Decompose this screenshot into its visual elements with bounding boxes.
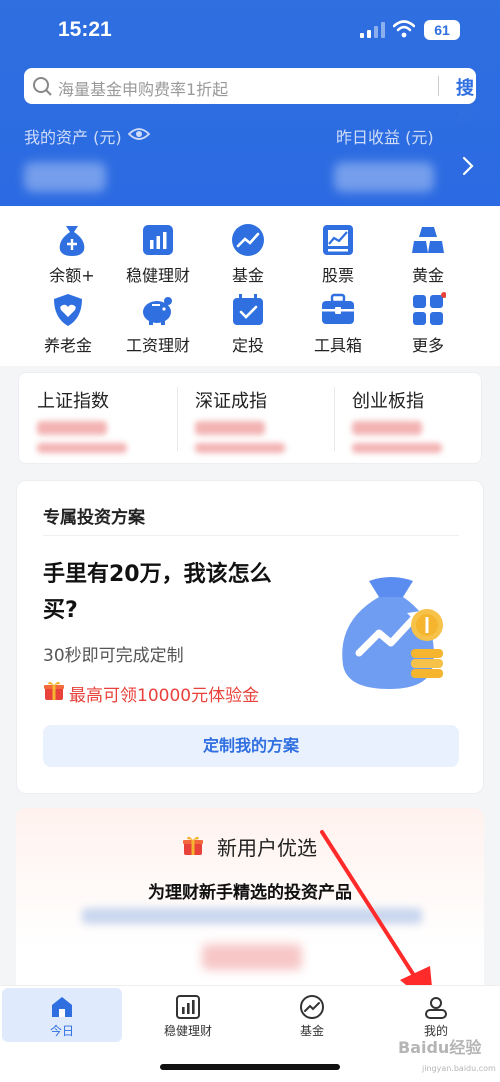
customize-plan-button[interactable]: 定制我的方案 [43,725,459,767]
index-item-shenzhen[interactable]: 深证成指 [177,383,327,455]
plan-headline: 手里有20万，我该怎么买? [43,562,272,623]
user-icon [425,997,447,1019]
menu-label: 余额+ [49,266,95,285]
search-button[interactable]: 搜索 [440,74,474,126]
index-value-hidden [195,421,265,435]
menu-label: 股票 [321,266,354,285]
index-change-hidden [352,443,442,453]
bar-chart-icon [143,225,173,255]
money-bag-icon [59,226,85,256]
money-bag-illustration-icon [342,577,443,689]
menu-label: 基金 [231,266,264,285]
watermark-url: jingyan.baidu.com [422,1064,496,1073]
new-user-section: 新用户优选 为理财新手精选的投资产品 [16,808,484,1008]
index-item-shanghai[interactable]: 上证指数 [19,383,169,455]
menu-item-auto-invest[interactable]: 定投 [206,292,290,356]
tab-today[interactable]: 今日 [2,988,122,1042]
wifi-icon [393,20,415,38]
plan-title: 专属投资方案 [43,508,145,528]
menu-item-toolbox[interactable]: 工具箱 [296,292,380,356]
yesterday-value-hidden [334,162,434,192]
menu-label: 工资理财 [125,336,190,355]
plan-subtitle: 30秒即可完成定制 [43,646,184,666]
piggy-bank-icon [143,297,172,325]
index-item-chinext[interactable]: 创业板指 [334,383,484,455]
menu-label: 定投 [231,336,264,355]
menu-label: 工具箱 [313,336,362,355]
product-info-hidden [82,908,422,924]
yesterday-earnings-label: 昨日收益 (元) [336,128,434,147]
menu-item-balance[interactable]: 余额+ [30,222,114,286]
signal-icon [360,22,385,38]
menu-label: 养老金 [43,336,92,355]
my-assets-label: 我的资产 (元) [24,128,122,147]
eye-icon[interactable] [128,126,150,142]
index-name: 创业板指 [352,391,424,412]
tab-label: 今日 [49,1024,74,1038]
menu-label: 黄金 [411,266,444,285]
index-name: 深证成指 [195,391,267,412]
menu-label: 更多 [411,336,444,355]
menu-label: 稳健理财 [125,266,190,285]
index-change-hidden [195,443,285,453]
new-user-subtitle: 为理财新手精选的投资产品 [148,883,352,903]
plan-divider [43,535,459,536]
stock-icon [323,225,353,255]
battery-icon: 61 [424,20,460,40]
product-rate-hidden [202,944,302,970]
tab-label: 基金 [299,1024,324,1038]
status-bar: 15:21 61 [0,0,500,60]
index-name: 上证指数 [37,391,109,412]
toolbox-icon [322,293,354,324]
investment-plan-card: 专属投资方案 手里有20万，我该怎么买? 30秒即可完成定制 最高可领10000… [16,480,484,794]
home-icon [52,997,72,1017]
trend-icon [300,995,324,1019]
tab-label: 稳健理财 [163,1024,212,1038]
search-bar[interactable]: 海量基金申购费率1折起 搜索 [24,68,476,125]
market-index-card[interactable]: 上证指数 深证成指 创业板指 [18,372,482,464]
new-user-title: 新用户优选 [16,832,484,861]
bar-chart-icon [176,995,200,1019]
new-user-title-text: 新用户优选 [217,836,317,860]
assets-value-hidden [24,162,106,192]
tab-steady[interactable]: 稳健理财 [128,988,248,1042]
function-menu: 余额+ 稳健理财 基金 股票 黄金 养老金 工资理财 定投 工具箱 更多 [0,206,500,366]
watermark-text: Baidu经验 [398,1038,482,1057]
menu-item-fund[interactable]: 基金 [206,222,290,286]
menu-item-stock[interactable]: 股票 [296,222,380,286]
index-change-hidden [37,443,127,453]
search-icon [33,77,52,96]
menu-item-pension[interactable]: 养老金 [26,292,110,356]
trend-icon [232,224,264,256]
menu-item-steady[interactable]: 稳健理财 [116,222,200,286]
chevron-right-icon[interactable] [462,156,474,176]
plan-bonus-text: 最高可领10000元体验金 [69,686,260,706]
search-input[interactable]: 海量基金申购费率1折起 [58,76,228,100]
index-value-hidden [352,421,422,435]
search-divider [438,76,439,96]
asset-header: 15:21 61 海量基金申购费率1折起 搜索 我的资产 (元) 昨日收益 (元… [0,0,500,206]
gold-icon [412,227,444,253]
shield-heart-icon [54,294,82,326]
index-value-hidden [37,421,107,435]
menu-item-gold[interactable]: 黄金 [386,222,470,286]
tab-fund[interactable]: 基金 [252,988,372,1042]
gift-icon [44,681,64,700]
menu-item-more[interactable]: 更多 [386,292,470,356]
status-time: 15:21 [58,18,112,41]
home-indicator[interactable] [160,1064,340,1070]
menu-item-salary[interactable]: 工资理财 [116,292,200,356]
grid-icon [413,292,446,325]
calendar-check-icon [233,294,263,325]
